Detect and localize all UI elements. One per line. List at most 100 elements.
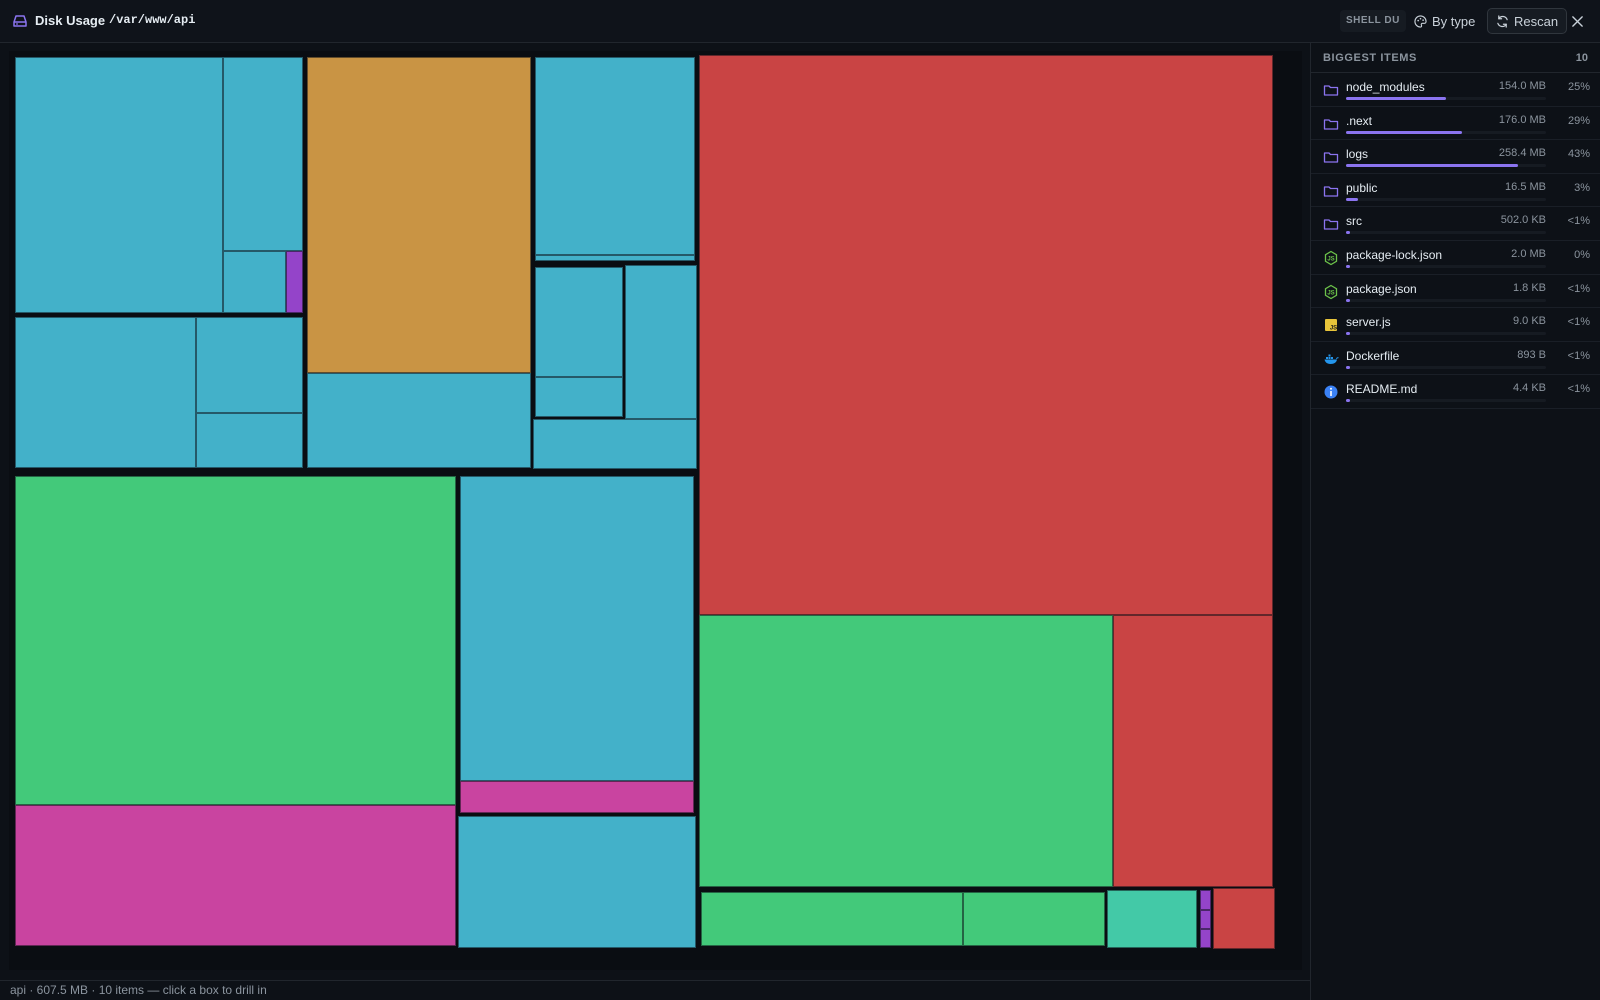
- usage-bar-fill: [1346, 399, 1350, 403]
- item-percent: 29%: [1567, 114, 1590, 127]
- list-item[interactable]: src 502.0 KB <1%: [1311, 207, 1600, 241]
- treemap-block[interactable]: [458, 816, 696, 948]
- list-item[interactable]: node_modules 154.0 MB 25%: [1311, 73, 1600, 107]
- treemap-block[interactable]: [701, 892, 963, 946]
- treemap-block[interactable]: [223, 251, 286, 313]
- treemap-block[interactable]: [625, 265, 697, 419]
- item-percent: 43%: [1567, 148, 1590, 161]
- item-name: logs: [1346, 147, 1369, 162]
- treemap-block[interactable]: [535, 255, 695, 261]
- item-name: node_modules: [1346, 80, 1425, 94]
- treemap-block[interactable]: [307, 57, 531, 373]
- usage-bar: [1346, 399, 1546, 403]
- treemap-block[interactable]: [223, 57, 303, 251]
- treemap-block[interactable]: [15, 317, 196, 468]
- list-item[interactable]: JS package.json 1.8 KB <1%: [1311, 275, 1600, 309]
- treemap-block[interactable]: [15, 476, 456, 805]
- list-item[interactable]: Dockerfile 893 B <1%: [1311, 342, 1600, 376]
- usage-bar-fill: [1346, 365, 1350, 369]
- item-size: 176.0 MB: [1498, 113, 1546, 126]
- item-list: node_modules 154.0 MB 25% .next 176.0 MB 29% l…: [1311, 73, 1600, 409]
- usage-bar-fill: [1346, 197, 1358, 201]
- treemap-block[interactable]: [15, 57, 223, 313]
- item-percent: <1%: [1567, 282, 1590, 295]
- treemap-block[interactable]: [1200, 890, 1211, 910]
- list-item[interactable]: JS server.js 9.0 KB <1%: [1311, 308, 1600, 342]
- usage-bar-fill: [1346, 332, 1350, 336]
- list-item[interactable]: .next 176.0 MB 29%: [1311, 107, 1600, 141]
- item-name: public: [1346, 180, 1378, 195]
- panel-header: BIGGEST ITEMS 10: [1311, 43, 1600, 73]
- close-button[interactable]: [1565, 9, 1589, 33]
- treemap-block[interactable]: [1200, 929, 1211, 948]
- item-count: 10: [1575, 52, 1588, 64]
- item-name: Dockerfile: [1346, 348, 1400, 363]
- title-bar: Disk Usage /var/www/api SHELL DU By type…: [0, 0, 1600, 43]
- docker-icon: [1323, 351, 1339, 367]
- svg-text:JS: JS: [1330, 326, 1337, 332]
- usage-bar: [1346, 197, 1546, 201]
- usage-bar-fill: [1346, 264, 1350, 268]
- item-name: README.md: [1346, 382, 1418, 397]
- treemap-block[interactable]: [460, 476, 694, 781]
- folder-icon: [1323, 183, 1339, 199]
- list-item[interactable]: logs 258.4 MB 43%: [1311, 140, 1600, 174]
- item-percent: <1%: [1567, 215, 1590, 228]
- treemap-block[interactable]: [699, 55, 1273, 615]
- rescan-label: Rescan: [1514, 13, 1559, 29]
- treemap-block[interactable]: [535, 57, 695, 255]
- treemap-block[interactable]: [1213, 888, 1275, 949]
- list-item[interactable]: public 16.5 MB 3%: [1311, 174, 1600, 208]
- rescan-button[interactable]: Rescan: [1487, 8, 1568, 34]
- palette-icon: [1414, 14, 1427, 28]
- treemap-block[interactable]: [1200, 910, 1211, 929]
- status-text: api · 607.5 MB · 10 items — click a box …: [10, 983, 267, 997]
- usage-bar: [1346, 130, 1546, 134]
- javascript-icon: JS: [1323, 317, 1339, 333]
- by-type-button[interactable]: By type: [1406, 8, 1483, 34]
- item-percent: <1%: [1567, 383, 1590, 396]
- treemap-block[interactable]: [963, 892, 1105, 946]
- refresh-icon: [1497, 14, 1508, 28]
- item-size: 9.0 KB: [1512, 315, 1546, 328]
- treemap-block[interactable]: [535, 267, 623, 377]
- usage-bar: [1346, 298, 1546, 302]
- treemap-block[interactable]: [307, 373, 531, 468]
- svg-text:JS: JS: [1327, 290, 1334, 296]
- treemap[interactable]: [9, 51, 1302, 970]
- hard-drive-icon: [13, 15, 27, 27]
- item-percent: <1%: [1567, 349, 1590, 362]
- list-item[interactable]: JS package-lock.json 2.0 MB 0%: [1311, 241, 1600, 275]
- list-item[interactable]: README.md 4.4 KB <1%: [1311, 375, 1600, 409]
- close-icon: [1571, 15, 1583, 27]
- treemap-block[interactable]: [1107, 890, 1197, 948]
- treemap-block[interactable]: [1113, 615, 1273, 887]
- treemap-block[interactable]: [196, 413, 303, 468]
- treemap-block[interactable]: [286, 251, 303, 313]
- treemap-block[interactable]: [699, 615, 1113, 887]
- current-path: /var/www/api: [109, 13, 196, 27]
- item-percent: 25%: [1567, 81, 1590, 93]
- app-title: Disk Usage: [35, 13, 106, 28]
- item-size: 502.0 KB: [1500, 214, 1546, 227]
- usage-bar-fill: [1346, 298, 1350, 302]
- usage-bar-fill: [1346, 231, 1350, 235]
- usage-bar-fill: [1346, 130, 1462, 134]
- treemap-block[interactable]: [460, 781, 694, 813]
- treemap-block[interactable]: [533, 419, 697, 469]
- treemap-block[interactable]: [535, 377, 623, 417]
- folder-icon: [1323, 216, 1339, 232]
- panel-title: BIGGEST ITEMS: [1323, 52, 1417, 64]
- treemap-block[interactable]: [15, 805, 456, 946]
- item-size: 16.5 MB: [1505, 180, 1546, 193]
- treemap-block[interactable]: [196, 317, 303, 413]
- usage-bar-fill: [1346, 164, 1518, 168]
- info-icon: [1323, 384, 1339, 400]
- item-size: 1.8 KB: [1512, 281, 1546, 294]
- biggest-items-panel: BIGGEST ITEMS 10 node_modules 154.0 MB 25%…: [1310, 43, 1600, 1000]
- usage-bar-fill: [1346, 97, 1446, 100]
- item-size: 4.4 KB: [1512, 382, 1546, 395]
- status-bar: api · 607.5 MB · 10 items — click a box …: [0, 980, 1310, 1000]
- folder-icon: [1323, 82, 1339, 98]
- usage-bar: [1346, 332, 1546, 336]
